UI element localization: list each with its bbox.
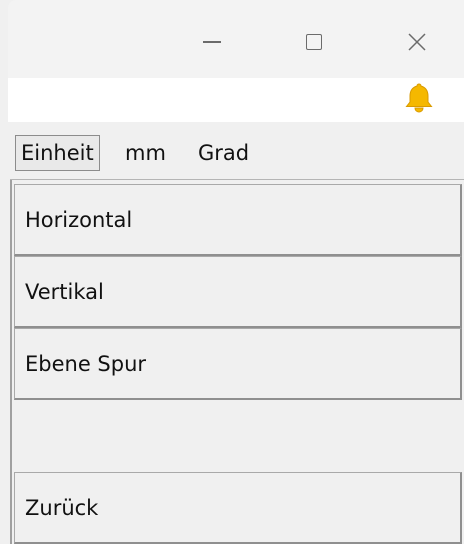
window-left-margin <box>0 0 8 544</box>
close-button[interactable] <box>393 18 441 66</box>
length-unit-label: mm <box>125 141 166 165</box>
maximize-button[interactable] <box>290 18 338 66</box>
back-button[interactable]: Zurück <box>14 472 462 544</box>
notification-bell-button[interactable] <box>402 81 436 115</box>
close-icon <box>408 33 426 51</box>
plane-trace-button[interactable]: Ebene Spur <box>14 328 462 400</box>
bell-icon <box>405 83 433 113</box>
horizontal-button[interactable]: Horizontal <box>14 184 462 256</box>
title-bar[interactable] <box>8 0 464 78</box>
minimize-icon <box>203 41 221 43</box>
vertical-button[interactable]: Vertikal <box>14 256 462 328</box>
app-window: Einheit mm Grad Horizontal Vertikal Eben… <box>0 0 464 544</box>
maximize-icon <box>306 34 322 50</box>
unit-toolbar: Einheit mm Grad <box>10 133 464 177</box>
unit-button[interactable]: Einheit <box>15 135 100 171</box>
notification-bar <box>8 78 464 122</box>
toolbar-divider <box>10 179 464 180</box>
panel-left-border <box>10 180 12 544</box>
minimize-button[interactable] <box>188 18 236 66</box>
angle-unit-label: Grad <box>198 141 250 165</box>
